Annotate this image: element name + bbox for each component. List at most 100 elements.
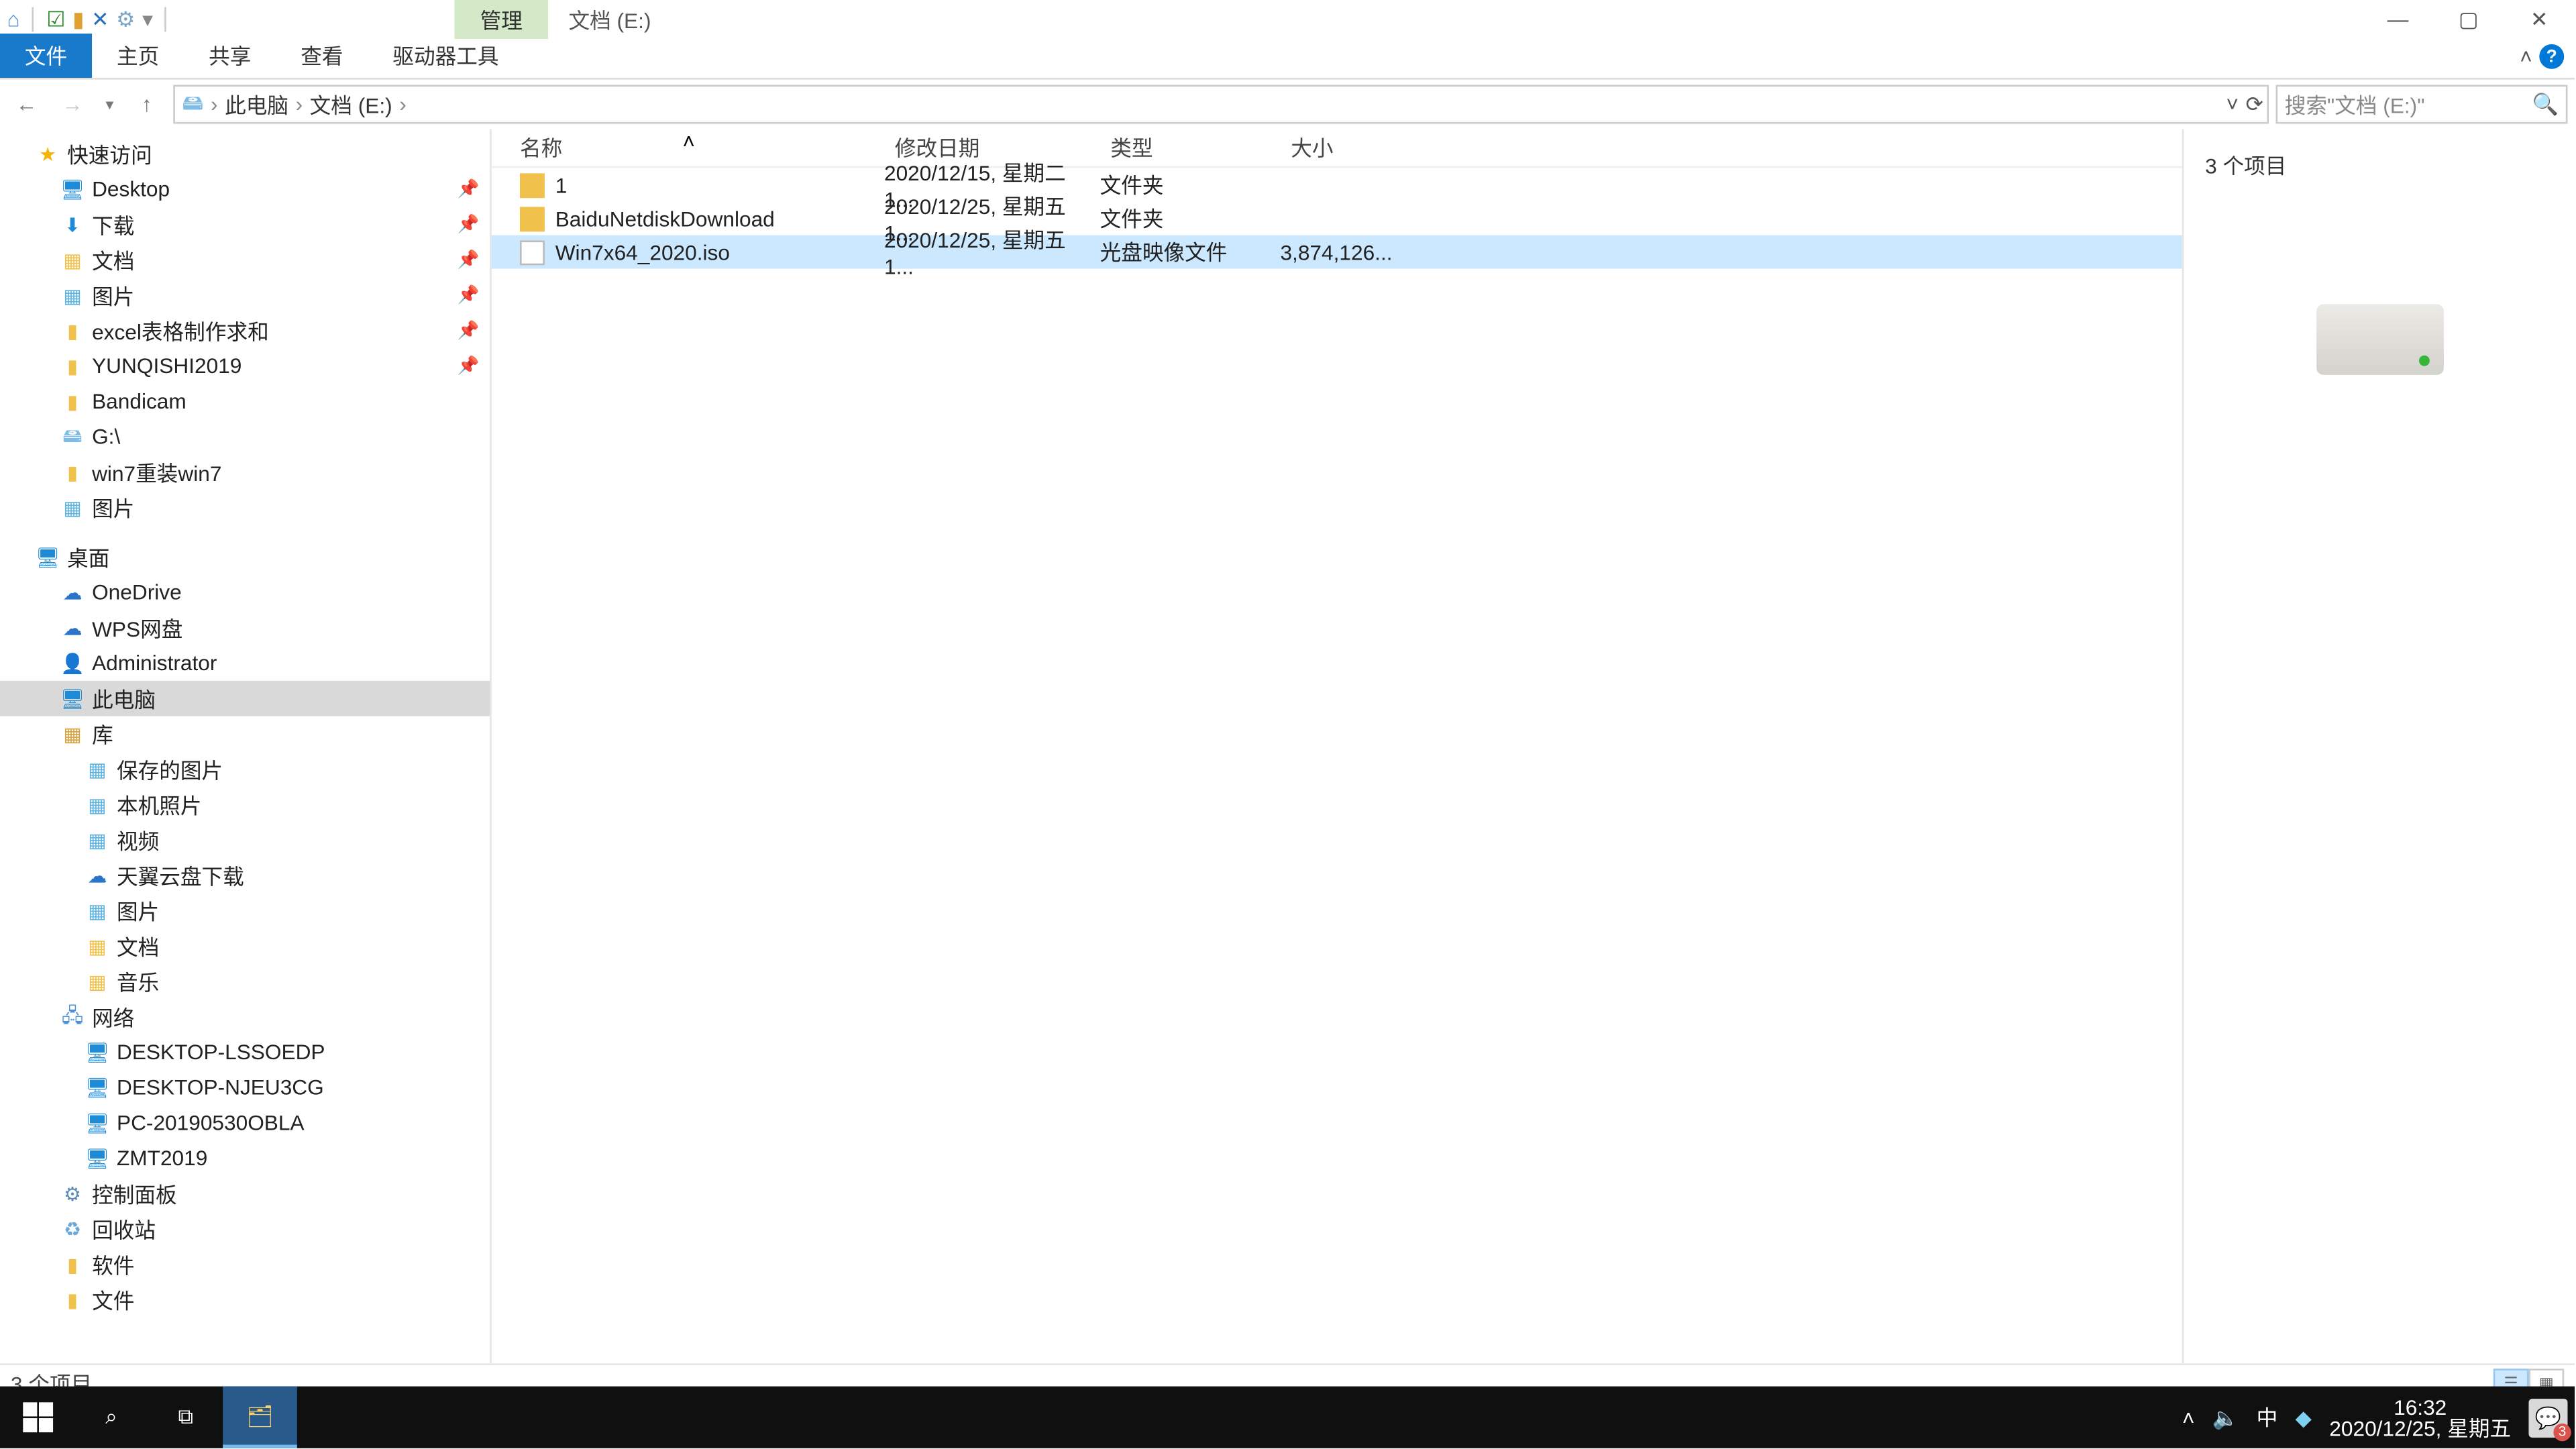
chevron-right-icon[interactable]: › [211,92,218,117]
tree-desktop[interactable]: 🖥Desktop📌 [0,172,490,207]
tree-label: 下载 [92,209,134,239]
tree-recycle-bin[interactable]: ♻回收站 [0,1212,490,1247]
file-row[interactable]: 12020/12/15, 星期二 1...文件夹 [492,168,2182,201]
tree-network-pc2[interactable]: 🖥DESKTOP-NJEU3CG [0,1070,490,1106]
tree-pictures2[interactable]: ▦图片 [0,490,490,525]
tree-label: 回收站 [92,1214,156,1244]
tree-wps[interactable]: ☁WPS网盘 [0,610,490,645]
col-name[interactable]: 名称 [492,133,884,163]
tray-ime-indicator[interactable]: 中 [2257,1402,2278,1432]
file-name: Win7x64_2020.iso [555,239,730,264]
qat-settings-icon[interactable]: ⚙ [116,7,135,32]
tray-chevron-up-icon[interactable]: ˄ [2182,1405,2194,1430]
file-list: ˄ 名称 修改日期 类型 大小 12020/12/15, 星期二 1...文件夹… [492,129,2182,1363]
taskbar-explorer-button[interactable]: 🗂 [223,1387,297,1448]
tree-control-panel[interactable]: ⚙控制面板 [0,1176,490,1212]
nav-up-button[interactable]: ↑ [127,85,166,124]
tree-lib-pictures[interactable]: ▦图片 [0,893,490,928]
tree-label: WPS网盘 [92,612,182,643]
qat-divider-2 [165,7,167,32]
qat-dropdown-icon[interactable]: ▾ [142,7,153,32]
tree-software[interactable]: ▮软件 [0,1246,490,1282]
search-placeholder: 搜索"文档 (E:)" [2285,89,2425,119]
tree-network[interactable]: 🖧网络 [0,999,490,1034]
tree-camera-roll[interactable]: ▦本机照片 [0,787,490,822]
nav-recent-button[interactable]: ▾ [99,85,121,124]
tree-network-pc3[interactable]: 🖥PC-20190530OBLA [0,1106,490,1141]
tray-volume-icon[interactable]: 🔈 [2212,1405,2239,1430]
qat-checkbox-icon[interactable]: ☑ [46,7,65,32]
file-row[interactable]: BaiduNetdiskDownload2020/12/25, 星期五 1...… [492,202,2182,235]
nav-tree[interactable]: ★快速访问 🖥Desktop📌 ⬇下载📌 ▦文档📌 ▦图片📌 ▮excel表格制… [0,129,492,1363]
search-button[interactable]: ⌕ [74,1387,149,1448]
tree-saved-pictures[interactable]: ▦保存的图片 [0,751,490,787]
tree-files[interactable]: ▮文件 [0,1282,490,1318]
pin-icon: 📌 [458,215,480,234]
file-row[interactable]: Win7x64_2020.iso2020/12/25, 星期五 1...光盘映像… [492,235,2182,269]
search-input[interactable]: 搜索"文档 (E:)" 🔍 [2276,85,2568,124]
ribbon-tab-drive[interactable]: 驱动器工具 [368,34,523,78]
tree-label: 软件 [92,1249,134,1279]
tree-label: YUNQISHI2019 [92,354,241,378]
collapse-ribbon-icon[interactable]: ˄ [2520,44,2532,69]
qat-folder-icon[interactable]: ▮ [72,7,84,32]
tree-label: 图片 [92,280,134,311]
tree-desktop-root[interactable]: 🖥桌面 [0,539,490,575]
address-box[interactable]: 🖴 › 此电脑 › 文档 (E:) › ˅ ⟳ [173,85,2269,124]
refresh-icon[interactable]: ⟳ [2246,92,2264,117]
tree-downloads[interactable]: ⬇下载📌 [0,207,490,242]
window-title: 文档 (E:) [547,0,672,40]
task-view-button[interactable]: ⧉ [148,1387,223,1448]
tree-pictures[interactable]: ▦图片📌 [0,278,490,313]
tree-gdrive[interactable]: 🖴G:\ [0,419,490,455]
nav-back-button[interactable]: ← [7,85,46,124]
tree-yunqishi[interactable]: ▮YUNQISHI2019📌 [0,348,490,384]
qat-divider [32,7,34,32]
ribbon-tab-file[interactable]: 文件 [0,34,92,78]
tree-lib-documents[interactable]: ▦文档 [0,928,490,964]
search-icon[interactable]: 🔍 [2532,92,2559,117]
addr-history-dropdown-icon[interactable]: ˅ [2226,92,2239,117]
tree-label: DESKTOP-LSSOEDP [117,1040,325,1065]
ribbon-tab-view[interactable]: 查看 [276,34,368,78]
qat-close-icon[interactable]: ✕ [91,7,109,32]
nav-forward-button[interactable]: → [53,85,92,124]
tree-win7re[interactable]: ▮win7重装win7 [0,454,490,490]
tree-onedrive[interactable]: ☁OneDrive [0,575,490,610]
tray-app-icon[interactable]: ◆ [2296,1405,2312,1430]
minimize-button[interactable]: — [2363,0,2433,39]
tree-admin[interactable]: 👤Administrator [0,645,490,681]
tree-quick-access[interactable]: ★快速访问 [0,136,490,172]
ribbon-tab-home[interactable]: 主页 [92,34,184,78]
maximize-button[interactable]: ▢ [2433,0,2504,39]
tree-label: 文档 [117,931,159,961]
file-rows: 12020/12/15, 星期二 1...文件夹BaiduNetdiskDown… [492,168,2182,268]
action-center-button[interactable]: 💬 [2528,1398,2567,1437]
breadcrumb-current[interactable]: 文档 (E:) [310,89,392,119]
drive-icon [2316,304,2443,374]
ribbon-tab-share[interactable]: 共享 [184,34,276,78]
tree-videos[interactable]: ▦视频 [0,822,490,858]
tree-excel[interactable]: ▮excel表格制作求和📌 [0,313,490,349]
tree-label: win7重装win7 [92,457,221,487]
tree-library[interactable]: ▦库 [0,716,490,752]
close-button[interactable]: ✕ [2504,0,2575,39]
tree-network-pc4[interactable]: 🖥ZMT2019 [0,1140,490,1176]
taskbar-clock[interactable]: 16:32 2020/12/25, 星期五 [2329,1396,2511,1438]
tree-documents[interactable]: ▦文档📌 [0,242,490,278]
tree-lib-music[interactable]: ▦音乐 [0,964,490,1000]
help-icon[interactable]: ? [2539,44,2564,69]
chevron-right-icon[interactable]: › [399,92,407,117]
col-type[interactable]: 类型 [1100,133,1281,163]
tree-bandicam[interactable]: ▮Bandicam [0,384,490,419]
tree-label: 网络 [92,1002,134,1032]
tree-tianyi[interactable]: ☁天翼云盘下载 [0,857,490,893]
tree-label: 保存的图片 [117,754,223,784]
tree-this-pc[interactable]: 🖥此电脑 [0,681,490,716]
col-size[interactable]: 大小 [1280,133,1386,163]
pin-icon: 📌 [458,180,480,199]
chevron-right-icon[interactable]: › [296,92,303,117]
breadcrumb-this-pc[interactable]: 此电脑 [225,89,288,119]
tree-network-pc1[interactable]: 🖥DESKTOP-LSSOEDP [0,1034,490,1070]
start-button[interactable] [0,1387,74,1448]
